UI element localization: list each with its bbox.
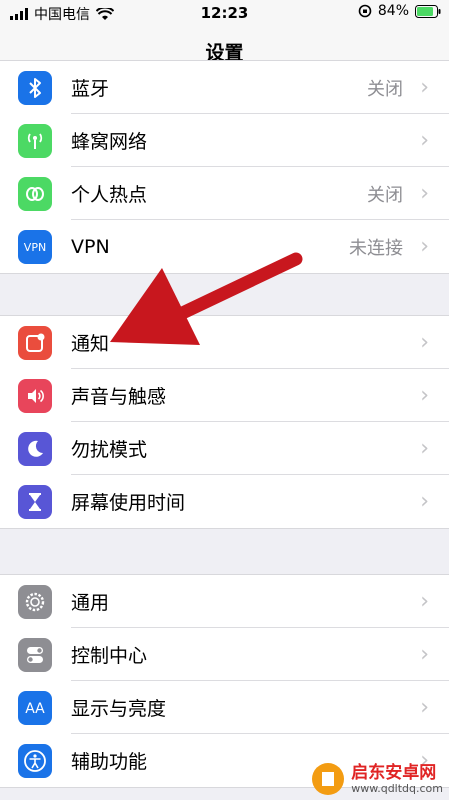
hotspot-icon <box>18 176 52 211</box>
chevron-right-icon: › <box>420 489 429 514</box>
settings-row-general[interactable]: 通用 › <box>0 575 449 628</box>
accessibility-icon <box>18 743 52 778</box>
watermark-name: 启东安卓网 <box>351 762 437 783</box>
do-not-disturb-label: 勿扰模式 <box>71 439 148 461</box>
status-bar: 中国电信 12:23 84% <box>0 0 449 26</box>
sounds-label: 声音与触感 <box>71 386 167 408</box>
watermark-logo-icon <box>312 763 345 795</box>
hotspot-value: 关闭 <box>367 184 403 206</box>
watermark-url: www.qdltdq.com <box>351 781 443 795</box>
toggles-icon <box>18 637 52 672</box>
chevron-right-icon: › <box>420 234 429 259</box>
battery-icon <box>415 4 441 18</box>
bluetooth-label: 蓝牙 <box>71 78 110 100</box>
chevron-right-icon: › <box>420 589 429 614</box>
general-label: 通用 <box>71 592 110 614</box>
chevron-right-icon: › <box>420 436 429 461</box>
battery-percent: 84% <box>377 3 409 19</box>
settings-row-bluetooth[interactable]: 蓝牙 关闭 › <box>0 61 449 114</box>
settings-row-do-not-disturb[interactable]: 勿扰模式 › <box>0 422 449 475</box>
cellular-label: 蜂窝网络 <box>71 131 148 153</box>
settings-row-display[interactable]: AA 显示与亮度 › <box>0 681 449 734</box>
gear-icon <box>18 584 52 619</box>
sound-icon <box>18 378 52 413</box>
notifications-label: 通知 <box>71 333 110 355</box>
hotspot-label: 个人热点 <box>71 184 148 206</box>
chevron-right-icon: › <box>420 128 429 153</box>
settings-row-vpn[interactable]: VPN VPN 未连接 › <box>0 220 449 273</box>
settings-row-screen-time[interactable]: 屏幕使用时间 › <box>0 475 449 528</box>
chevron-right-icon: › <box>420 75 429 100</box>
cellular-icon <box>18 123 52 158</box>
control-center-label: 控制中心 <box>71 645 148 667</box>
chevron-right-icon: › <box>420 330 429 355</box>
chevron-right-icon: › <box>420 695 429 720</box>
vpn-icon: VPN <box>18 229 52 264</box>
status-right: 84% <box>358 3 441 19</box>
bluetooth-value: 关闭 <box>367 78 403 100</box>
notifications-group: 通知 › 声音与触感 › 勿扰模式 › 屏幕使用时间 › <box>0 315 449 529</box>
settings-row-sounds[interactable]: 声音与触感 › <box>0 369 449 422</box>
orientation-lock-icon <box>358 4 372 18</box>
moon-icon <box>18 431 52 466</box>
chevron-right-icon: › <box>420 383 429 408</box>
vpn-label: VPN <box>71 235 110 258</box>
vpn-value: 未连接 <box>349 237 403 259</box>
display-label: 显示与亮度 <box>71 698 167 720</box>
bluetooth-icon <box>18 70 52 105</box>
accessibility-label: 辅助功能 <box>71 751 148 773</box>
chevron-right-icon: › <box>420 642 429 667</box>
notifications-icon <box>18 325 52 360</box>
svg-text:AA: AA <box>25 701 45 716</box>
watermark: 启东安卓网 www.qdltdq.com <box>311 762 443 796</box>
settings-row-notifications[interactable]: 通知 › <box>0 316 449 369</box>
settings-row-control-center[interactable]: 控制中心 › <box>0 628 449 681</box>
settings-row-cellular[interactable]: 蜂窝网络 › <box>0 114 449 167</box>
settings-row-hotspot[interactable]: 个人热点 关闭 › <box>0 167 449 220</box>
connectivity-group: 蓝牙 关闭 › 蜂窝网络 › 个人热点 关闭 › VPN VPN 未连接 › <box>0 60 449 274</box>
hourglass-icon <box>18 484 52 519</box>
svg-text:VPN: VPN <box>24 241 46 254</box>
chevron-right-icon: › <box>420 181 429 206</box>
text-size-icon: AA <box>18 690 52 725</box>
general-group: 通用 › 控制中心 › AA 显示与亮度 › 辅助功能 › <box>0 574 449 788</box>
screen-time-label: 屏幕使用时间 <box>71 492 186 514</box>
